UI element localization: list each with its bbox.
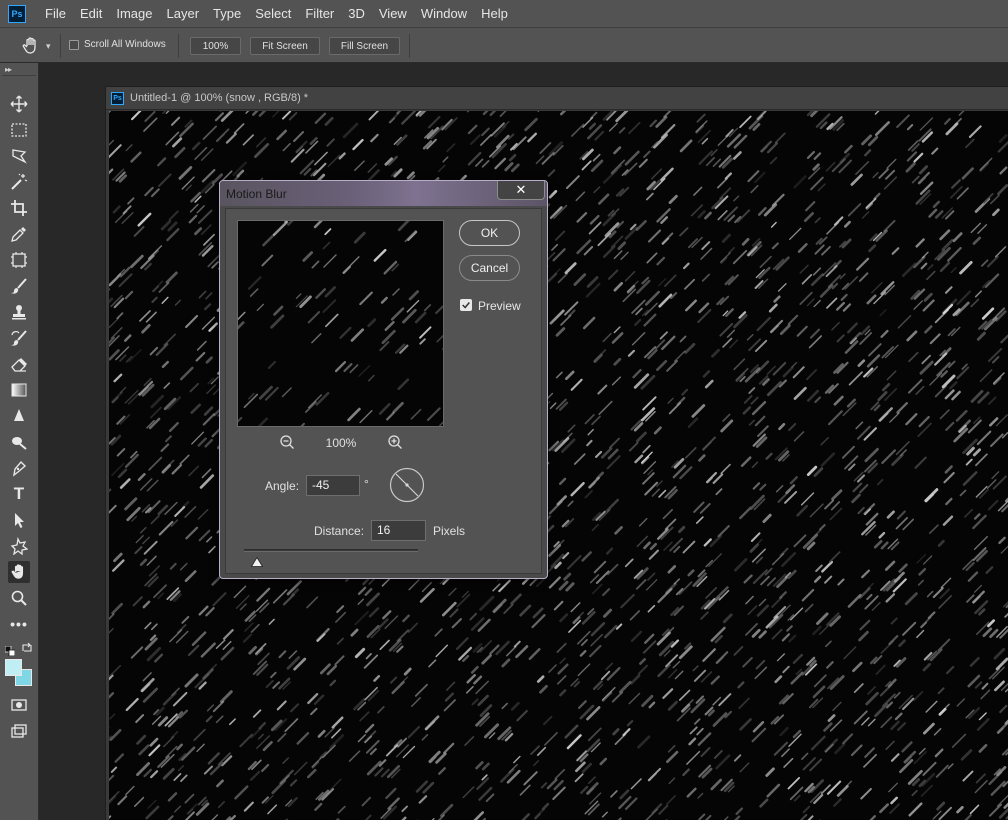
zoom-100-button[interactable]: 100%	[190, 37, 241, 55]
menu-file[interactable]: File	[38, 0, 73, 27]
screen-mode-icon[interactable]	[8, 720, 30, 742]
divider	[2, 75, 36, 76]
divider	[178, 34, 179, 58]
zoom-icon[interactable]	[8, 587, 30, 609]
menu-edit[interactable]: Edit	[73, 0, 109, 27]
menu-layer[interactable]: Layer	[160, 0, 207, 27]
preview-checkbox[interactable]	[460, 299, 472, 311]
motion-blur-dialog: Motion Blur ✕ 100% OK Cancel Preview Ang…	[219, 180, 548, 579]
menu-help[interactable]: Help	[474, 0, 515, 27]
panel-collapse-icon[interactable]: ▸▸	[5, 65, 12, 74]
preview-zoom-level: 100%	[325, 436, 357, 450]
menu-view[interactable]: View	[372, 0, 414, 27]
dialog-titlebar[interactable]: Motion Blur ✕	[220, 181, 547, 206]
menu-bar: Ps File Edit Image Layer Type Select Fil…	[0, 0, 1008, 27]
menu-image[interactable]: Image	[109, 0, 159, 27]
angle-label: Angle:	[265, 479, 300, 493]
preview-label: Preview	[478, 299, 521, 313]
divider	[60, 34, 61, 58]
menu-filter[interactable]: Filter	[298, 0, 341, 27]
fit-screen-button[interactable]: Fit Screen	[250, 37, 320, 55]
brush-icon[interactable]	[8, 275, 30, 297]
document-tab[interactable]: Ps Untitled-1 @ 100% (snow , RGB/8) *	[106, 87, 1008, 110]
distance-slider-track[interactable]	[244, 549, 418, 552]
dialog-body: 100% OK Cancel Preview Angle: -45 ° Dist…	[225, 208, 542, 574]
photoshop-window: Ps File Edit Image Layer Type Select Fil…	[0, 0, 1008, 820]
distance-input[interactable]: 16	[371, 520, 426, 541]
default-colors-icon[interactable]	[4, 643, 16, 657]
degree-symbol: °	[364, 477, 369, 491]
gradient-icon[interactable]	[8, 379, 30, 401]
ok-button[interactable]: OK	[459, 220, 520, 246]
angle-input[interactable]: -45	[306, 475, 360, 496]
stamp-icon[interactable]	[8, 301, 30, 323]
distance-slider-thumb[interactable]	[250, 554, 264, 567]
quick-mask-icon[interactable]	[8, 694, 30, 716]
preview-image	[238, 221, 443, 426]
more-tools-icon[interactable]: •••	[8, 613, 30, 635]
cancel-button[interactable]: Cancel	[459, 255, 520, 281]
tools-panel: ▸▸ T •••	[0, 63, 39, 820]
marquee-icon[interactable]	[8, 119, 30, 141]
scroll-all-windows-label: Scroll All Windows	[84, 39, 166, 50]
shape-icon[interactable]	[8, 535, 30, 557]
move-icon[interactable]	[8, 93, 30, 115]
distance-unit-label: Pixels	[433, 524, 466, 538]
divider	[409, 34, 410, 58]
menu-type[interactable]: Type	[206, 0, 248, 27]
swap-colors-icon[interactable]	[21, 641, 33, 653]
options-bar: ▾ Scroll All Windows 100% Fit Screen Fil…	[0, 27, 1008, 63]
zoom-out-icon[interactable]	[279, 434, 295, 450]
hand-icon[interactable]	[8, 561, 30, 583]
eyedropper-icon[interactable]	[8, 223, 30, 245]
filter-preview[interactable]	[237, 220, 444, 427]
document-title: Untitled-1 @ 100% (snow , RGB/8) *	[130, 92, 309, 104]
frame-icon[interactable]	[8, 249, 30, 271]
angle-dial[interactable]	[389, 467, 425, 503]
distance-label: Distance:	[314, 524, 365, 538]
history-brush-icon[interactable]	[8, 327, 30, 349]
pen-icon[interactable]	[8, 457, 30, 479]
ps-document-icon: Ps	[111, 91, 124, 105]
scroll-all-windows-checkbox[interactable]	[69, 40, 79, 50]
menu-select[interactable]: Select	[248, 0, 298, 27]
type-icon[interactable]: T	[8, 483, 30, 505]
chevron-down-icon[interactable]: ▾	[46, 41, 51, 52]
crop-icon[interactable]	[8, 197, 30, 219]
dodge-icon[interactable]	[8, 431, 30, 453]
foreground-color-swatch[interactable]	[5, 659, 22, 676]
lasso-icon[interactable]	[8, 145, 30, 167]
menu-3d[interactable]: 3D	[341, 0, 372, 27]
fill-screen-button[interactable]: Fill Screen	[329, 37, 400, 55]
blur-icon[interactable]	[8, 405, 30, 427]
dialog-title: Motion Blur	[226, 187, 287, 201]
close-button[interactable]: ✕	[497, 181, 545, 200]
ps-logo-icon[interactable]: Ps	[8, 4, 26, 23]
eraser-icon[interactable]	[8, 353, 30, 375]
magic-wand-icon[interactable]	[8, 171, 30, 193]
hand-tool-preset-icon[interactable]	[21, 36, 41, 56]
menu-window[interactable]: Window	[414, 0, 474, 27]
path-selection-icon[interactable]	[8, 509, 30, 531]
checkmark-icon	[462, 302, 470, 309]
zoom-in-icon[interactable]	[387, 434, 403, 450]
